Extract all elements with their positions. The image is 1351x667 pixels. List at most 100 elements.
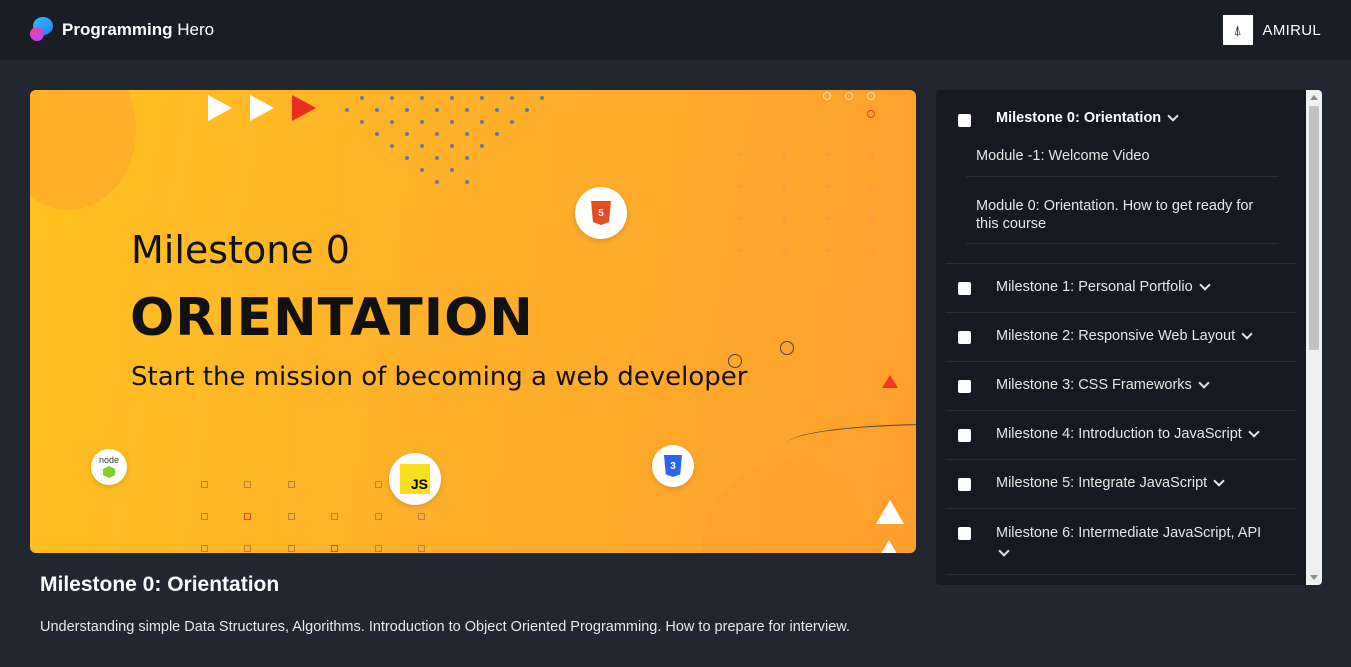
user-menu[interactable]: ⍋ AMIRUL <box>1222 15 1321 45</box>
decor-plus: + <box>780 146 789 162</box>
milestone-item[interactable]: Milestone 6: Intermediate JavaScript, AP… <box>946 509 1296 575</box>
decor-plus: + <box>736 210 745 226</box>
decor-square <box>201 481 208 488</box>
chevron-down-icon <box>1213 474 1225 487</box>
milestone-toggle[interactable]: Milestone 2: Responsive Web Layout <box>996 327 1253 344</box>
nodejs-badge: node <box>91 449 127 485</box>
decor-plus: + <box>736 146 745 162</box>
decor-dot <box>390 144 394 148</box>
milestone-item[interactable]: Milestone 0: Orientation Module -1: Welc… <box>946 90 1296 264</box>
brand-logo-link[interactable]: Programming Hero <box>30 17 214 43</box>
decor-dot <box>480 120 484 124</box>
decor-dot <box>540 96 544 100</box>
chevron-down-icon <box>998 545 1010 557</box>
user-name: AMIRUL <box>1262 21 1321 39</box>
decor-ring <box>867 110 875 118</box>
top-navbar: Programming Hero ⍋ AMIRUL <box>0 0 1351 60</box>
milestone-toggle[interactable]: Milestone 1: Personal Portfolio <box>996 278 1211 295</box>
decor-dot <box>390 96 394 100</box>
module-item[interactable]: Module 0: Orientation. How to get ready … <box>966 190 1278 244</box>
decor-dot <box>450 96 454 100</box>
decor-triangle <box>876 500 904 524</box>
chevron-down-icon <box>1198 278 1211 291</box>
decor-dot <box>435 132 439 136</box>
milestone-item[interactable]: Milestone 3: CSS Frameworks <box>946 362 1296 411</box>
brand-name: Programming Hero <box>62 20 215 39</box>
decor-dot <box>525 108 529 112</box>
decor-dot <box>450 144 454 148</box>
decor-dot <box>435 180 439 184</box>
decor-arrow-icon <box>292 95 316 121</box>
milestone-banner-video[interactable]: + + + + + + + + + + + + + + + + 5 JS 3 n… <box>30 90 916 553</box>
decor-line <box>787 424 916 444</box>
decor-dot <box>420 120 424 124</box>
decor-square <box>201 513 208 520</box>
decor-plus: + <box>780 242 789 258</box>
user-avatar-icon[interactable]: ⍋ <box>1222 15 1253 45</box>
milestone-list: Milestone 0: Orientation Module -1: Welc… <box>946 90 1296 575</box>
decor-ring <box>823 92 831 100</box>
milestone-toggle[interactable]: Milestone 4: Introduction to JavaScript <box>996 425 1260 442</box>
decor-dot <box>405 156 409 160</box>
decor-ring <box>845 92 853 100</box>
milestone-checkbox[interactable] <box>958 527 971 540</box>
milestone-item[interactable]: Milestone 1: Personal Portfolio <box>946 264 1296 313</box>
html5-badge: 5 <box>575 187 627 239</box>
milestone-checkbox[interactable] <box>958 478 971 491</box>
decor-dot <box>360 96 364 100</box>
milestone-toggle[interactable]: Milestone 5: Integrate JavaScript <box>996 474 1225 491</box>
decor-arrow-icon <box>208 95 232 121</box>
decor-dot <box>480 96 484 100</box>
milestone-checkbox[interactable] <box>958 282 971 295</box>
milestone-toggle[interactable]: Milestone 6: Intermediate JavaScript, AP… <box>996 524 1286 560</box>
milestone-toggle[interactable]: Milestone 3: CSS Frameworks <box>996 376 1210 393</box>
decor-square <box>201 545 208 552</box>
milestone-checkbox[interactable] <box>958 380 971 393</box>
html5-icon: 5 <box>591 201 611 225</box>
decor-square <box>244 481 251 488</box>
scroll-up-arrow-icon[interactable] <box>1310 95 1318 100</box>
milestone-item[interactable]: Milestone 2: Responsive Web Layout <box>946 313 1296 362</box>
decor-square <box>375 545 382 552</box>
video-description: Understanding simple Data Structures, Al… <box>40 619 850 635</box>
decor-plus: + <box>868 178 877 194</box>
javascript-icon: JS <box>400 464 430 494</box>
decor-square <box>288 545 295 552</box>
sidebar-scrollbar[interactable] <box>1306 90 1322 585</box>
decor-dot <box>465 156 469 160</box>
decor-arrow-icon <box>250 95 274 121</box>
css3-icon: 3 <box>664 455 682 477</box>
decor-dot <box>405 108 409 112</box>
decor-square <box>375 513 382 520</box>
decor-plus: + <box>824 146 833 162</box>
decor-square <box>288 481 295 488</box>
scroll-down-arrow-icon[interactable] <box>1310 575 1318 580</box>
module-item[interactable]: Module -1: Welcome Video <box>966 140 1278 177</box>
milestone-checkbox[interactable] <box>958 114 971 127</box>
milestone-item[interactable]: Milestone 5: Integrate JavaScript <box>946 460 1296 509</box>
javascript-badge: JS <box>389 453 441 505</box>
milestone-checkbox[interactable] <box>958 429 971 442</box>
video-title: Milestone 0: Orientation <box>40 573 280 596</box>
decor-square <box>375 481 382 488</box>
decor-square <box>288 513 295 520</box>
milestone-toggle[interactable]: Milestone 0: Orientation <box>996 109 1179 126</box>
chevron-down-icon <box>1167 109 1179 122</box>
banner-title: ORIENTATION <box>130 288 534 348</box>
decor-plus: + <box>824 242 833 258</box>
decor-plus: + <box>780 210 789 226</box>
decor-dot <box>420 96 424 100</box>
decor-dot <box>375 108 379 112</box>
scrollbar-thumb[interactable] <box>1309 106 1319 350</box>
milestone-item[interactable]: Milestone 4: Introduction to JavaScript <box>946 411 1296 460</box>
decor-plus: + <box>868 146 877 162</box>
decor-dot <box>450 168 454 172</box>
decor-square <box>244 513 251 520</box>
decor-square <box>331 513 338 520</box>
decor-square <box>418 513 425 520</box>
decor-square <box>418 545 425 552</box>
decor-plus: + <box>868 210 877 226</box>
milestone-checkbox[interactable] <box>958 331 971 344</box>
decor-square <box>244 545 251 552</box>
decor-circle-outline <box>780 341 794 355</box>
